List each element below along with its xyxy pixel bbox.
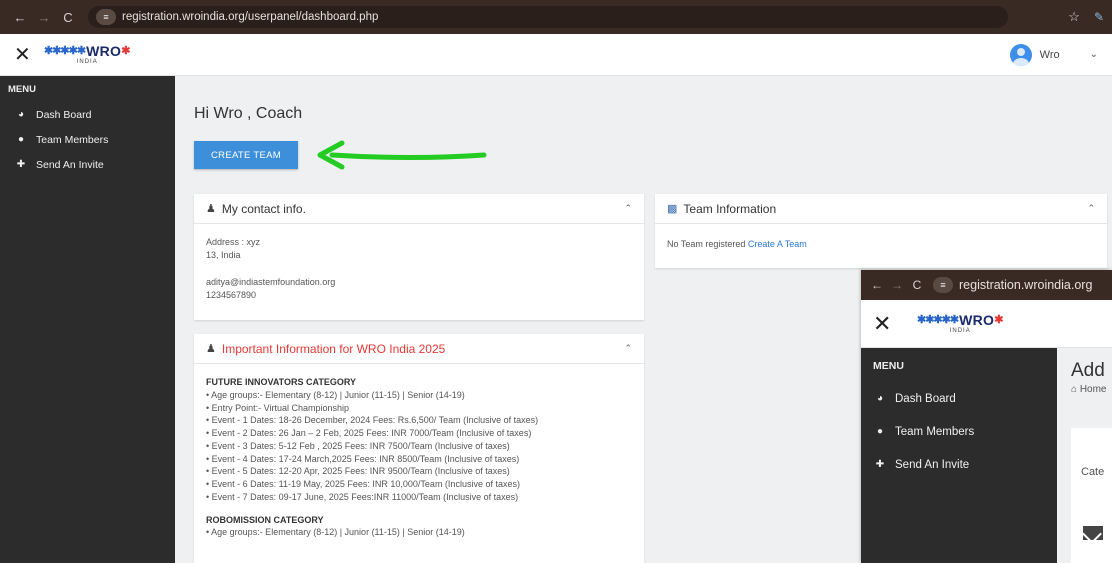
info-line: • Event - 1 Dates: 18-26 December, 2024 … [206,415,539,426]
contact-info-header[interactable]: ♟ My contact info. ⌃ [194,194,644,224]
mail-icon [1083,526,1103,540]
important-info-title: Important Information for WRO India 2025 [221,341,446,356]
address-line: 13, India [206,250,241,261]
overlay-url-text[interactable]: registration.wroindia.org [959,278,1092,292]
app-header: ✕ ✱✱✱✱✱ WRO ✱ INDIA Wro ⌄ [0,34,1112,76]
forward-icon[interactable]: → [887,278,907,292]
site-settings-icon[interactable]: ≡ [96,9,116,25]
close-menu-icon[interactable]: ✕ [14,45,34,65]
chevron-down-icon[interactable]: ⌄ [1090,49,1098,60]
logo-figures-icon: ✱✱✱✱✱ [917,313,959,326]
sidebar-item-label: Send An Invite [36,158,104,171]
info-line: • Event - 2 Dates: 26 Jan – 2 Feb, 2025 … [206,428,532,439]
wro-logo[interactable]: ✱✱✱✱✱ WRO ✱ INDIA [44,44,130,65]
back-icon[interactable]: ← [867,278,887,292]
page-title: Hi Wro , Coach [194,105,303,122]
sidebar-item-send-invite[interactable]: ✚ Send An Invite [861,448,1057,481]
chevron-up-icon[interactable]: ⌃ [624,203,632,214]
logo-subtitle: INDIA [76,59,98,65]
info-line: • Age groups:- Elementary (8-12) | Junio… [206,389,465,400]
menu-title: MENU [8,84,36,95]
contact-info-card: ♟ My contact info. ⌃ Address : xyz 13, I… [194,194,644,320]
sidebar-item-send-invite[interactable]: ✚ Send An Invite [0,152,175,177]
overlay-form-panel: Cate [1071,428,1112,563]
breadcrumb[interactable]: ⌂ Home [1071,384,1107,395]
overlay-browser-toolbar: ← → C ≡ registration.wroindia.org [861,270,1112,300]
info-line: • Event - 3 Dates: 5-12 Feb , 2025 Fees:… [206,440,510,451]
overlay-screenshot: ← → C ≡ registration.wroindia.org ✕ ✱✱✱✱… [861,270,1112,563]
sidebar-item-label: Send An Invite [895,458,970,471]
sidebar-item-label: Team Members [36,133,109,146]
contact-phone: 1234567890 [206,290,257,301]
bar-chart-icon: ▩ [667,203,678,215]
info-line: • Event - 6 Dates: 11-19 May, 2025 Fees:… [206,479,520,490]
user-icon: ♟ [206,343,216,355]
overlay-main: Add ⌂ Home Cate [1057,348,1112,563]
browser-toolbar: ← → C ≡ registration.wroindia.org/userpa… [0,0,1112,34]
no-team-text: No Team registered [667,239,748,249]
logo-figures-icon: ✱✱✱✱✱ [44,44,86,57]
forward-icon[interactable]: → [32,10,56,25]
user-circle-icon: ● [876,426,884,437]
overlay-page-title: Add [1071,360,1105,381]
info-line: • Entry Point:- Virtual Championship [206,402,350,413]
site-settings-icon[interactable]: ≡ [933,277,953,293]
category-label: Cate [1081,466,1105,478]
create-team-button[interactable]: CREATE TEAM [194,141,298,169]
sidebar-item-dashboard[interactable]: ◕ Dash Board [0,102,175,127]
extension-icon[interactable]: ✎ [1094,10,1104,24]
chevron-up-icon[interactable]: ⌃ [1087,203,1095,214]
menu-title: MENU [873,360,904,372]
info-line: • Event - 5 Dates: 12-20 Apr, 2025 Fees:… [206,466,510,477]
team-info-card: ▩ Team Information ⌃ No Team registered … [655,194,1107,268]
overlay-sidebar: MENU ◕ Dash Board ● Team Members ✚ Send … [861,348,1057,563]
close-menu-icon[interactable]: ✕ [873,312,893,335]
back-icon[interactable]: ← [8,10,32,25]
user-circle-icon: ● [17,134,25,145]
dashboard-icon: ◕ [17,109,25,120]
overlay-address-bar[interactable]: ≡ registration.wroindia.org [933,277,1092,293]
wro-logo[interactable]: ✱✱✱✱✱ WRO ✱ INDIA [917,313,1003,334]
sidebar-item-team-members[interactable]: ● Team Members [0,127,175,152]
address-bar[interactable]: ≡ registration.wroindia.org/userpanel/da… [88,6,1008,28]
reload-icon[interactable]: C [907,278,927,292]
robomission-heading: ROBOMISSION CATEGORY [206,514,324,525]
important-info-header[interactable]: ♟ Important Information for WRO India 20… [194,334,644,364]
user-icon: ♟ [206,203,216,215]
arrow-annotation-icon [317,140,487,170]
address-line: Address : xyz [206,237,261,247]
bookmark-star-icon[interactable]: ☆ [1068,9,1080,25]
user-name[interactable]: Wro [1040,49,1060,61]
user-plus-icon: ✚ [875,459,885,470]
overlay-app-header: ✕ ✱✱✱✱✱ WRO ✱ INDIA [861,300,1112,348]
info-line: • Event - 4 Dates: 17-24 March,2025 Fees… [206,453,520,464]
sidebar-item-dashboard[interactable]: ◕ Dash Board [861,382,1057,415]
url-text[interactable]: registration.wroindia.org/userpanel/dash… [122,11,378,23]
sidebar: MENU ◕ Dash Board ● Team Members ✚ Send … [0,76,175,563]
user-menu[interactable]: Wro ⌄ [1009,43,1098,66]
logo-text: WRO [959,312,995,328]
avatar[interactable] [1009,43,1032,66]
sidebar-item-label: Dash Board [36,108,92,121]
sidebar-item-label: Dash Board [895,392,956,405]
contact-info-title: My contact info. [221,201,306,216]
sidebar-item-label: Team Members [895,425,975,438]
reload-icon[interactable]: C [56,10,80,25]
info-line: • Event - 7 Dates: 09-17 June, 2025 Fees… [206,491,519,502]
chevron-up-icon[interactable]: ⌃ [624,343,632,354]
future-innovators-heading: FUTURE INNOVATORS CATEGORY [206,377,357,387]
logo-text: WRO [86,43,122,59]
sidebar-item-team-members[interactable]: ● Team Members [861,415,1057,448]
team-info-title: Team Information [683,201,777,216]
logo-subtitle: INDIA [949,328,971,334]
info-line: • Age groups:- Elementary (8-12) | Junio… [206,527,465,538]
contact-email: aditya@indiastemfoundation.org [206,277,336,288]
user-plus-icon: ✚ [16,159,26,170]
dashboard-icon: ◕ [876,393,884,404]
team-info-header[interactable]: ▩ Team Information ⌃ [655,194,1107,224]
important-info-card: ♟ Important Information for WRO India 20… [194,334,644,563]
create-team-link[interactable]: Create A Team [748,239,807,249]
